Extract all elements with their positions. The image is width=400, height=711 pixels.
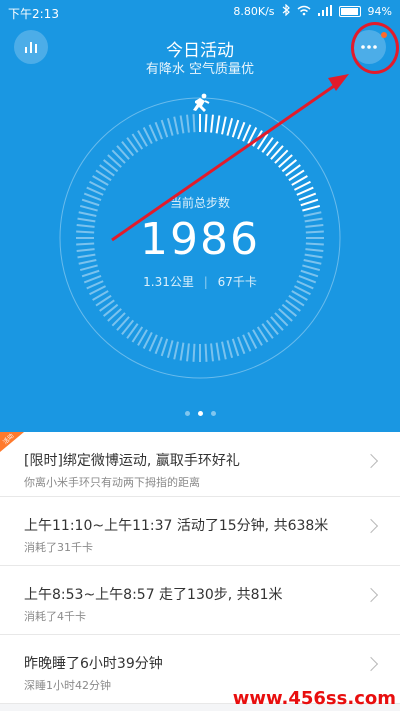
progress-tick	[226, 340, 234, 359]
progress-tick	[186, 343, 190, 362]
metrics-divider: |	[203, 275, 208, 289]
list-item-title: [限时]绑定微博运动, 赢取手环好礼	[24, 453, 240, 469]
list-item-title: 昨晚睡了6小时39分钟	[24, 656, 163, 672]
annotation-arrow	[111, 74, 349, 242]
calories-value: 67千卡	[217, 275, 257, 289]
progress-tick	[237, 336, 246, 355]
distance-value: 1.31公里	[143, 275, 194, 289]
annotation-circle	[351, 22, 399, 74]
progress-tick	[302, 264, 321, 272]
progress-tick	[79, 264, 98, 272]
chevron-right-icon	[363, 587, 379, 603]
promo-badge: 活动	[0, 432, 24, 452]
list-item-subtitle: 深睡1小时42分钟	[24, 679, 111, 692]
progress-tick	[160, 338, 169, 357]
progress-tick	[204, 343, 208, 362]
page-dot[interactable]	[211, 411, 216, 416]
progress-tick	[148, 334, 158, 352]
progress-tick	[221, 341, 227, 360]
progress-tick	[231, 338, 240, 357]
activity-feed: 活动 [限时]绑定微博运动, 赢取手环好礼 你离小米手环只有动两下拇指的距离 上…	[0, 432, 400, 704]
page-dot[interactable]	[185, 411, 190, 416]
list-item[interactable]: 上午11:10~上午11:37 活动了15分钟, 共638米 消耗了31千卡	[0, 497, 400, 566]
chevron-right-icon	[363, 518, 379, 534]
list-item[interactable]: 活动 [限时]绑定微博运动, 赢取手环好礼 你离小米手环只有动两下拇指的距离	[0, 432, 400, 497]
page-dot-active[interactable]	[198, 411, 203, 416]
activity-hero: 下午2:13 8.80K/s 94% 今日活动 有降水 空气质量优 当前总步数 …	[0, 0, 400, 432]
list-item-subtitle: 消耗了31千卡	[24, 541, 93, 554]
progress-tick	[179, 342, 185, 361]
chevron-right-icon	[363, 453, 379, 469]
progress-tick	[192, 343, 196, 362]
activity-metrics: 1.31公里 | 67千卡	[0, 273, 400, 290]
list-item-subtitle: 消耗了4千卡	[24, 610, 86, 623]
progress-tick	[154, 336, 163, 355]
page-indicator	[185, 411, 216, 416]
list-item-title: 上午8:53~上午8:57 走了130步, 共81米	[24, 587, 283, 603]
progress-tick	[166, 340, 174, 359]
list-item-subtitle: 你离小米手环只有动两下拇指的距离	[24, 476, 200, 489]
chevron-right-icon	[363, 656, 379, 672]
list-item[interactable]: 上午8:53~上午8:57 走了130步, 共81米 消耗了4千卡	[0, 566, 400, 635]
progress-tick	[215, 342, 221, 361]
watermark: www.456ss.com	[232, 688, 396, 709]
progress-tick	[173, 341, 179, 360]
list-item-title: 上午11:10~上午11:37 活动了15分钟, 共638米	[24, 518, 329, 534]
progress-tick	[210, 343, 214, 362]
progress-tick	[242, 334, 252, 352]
